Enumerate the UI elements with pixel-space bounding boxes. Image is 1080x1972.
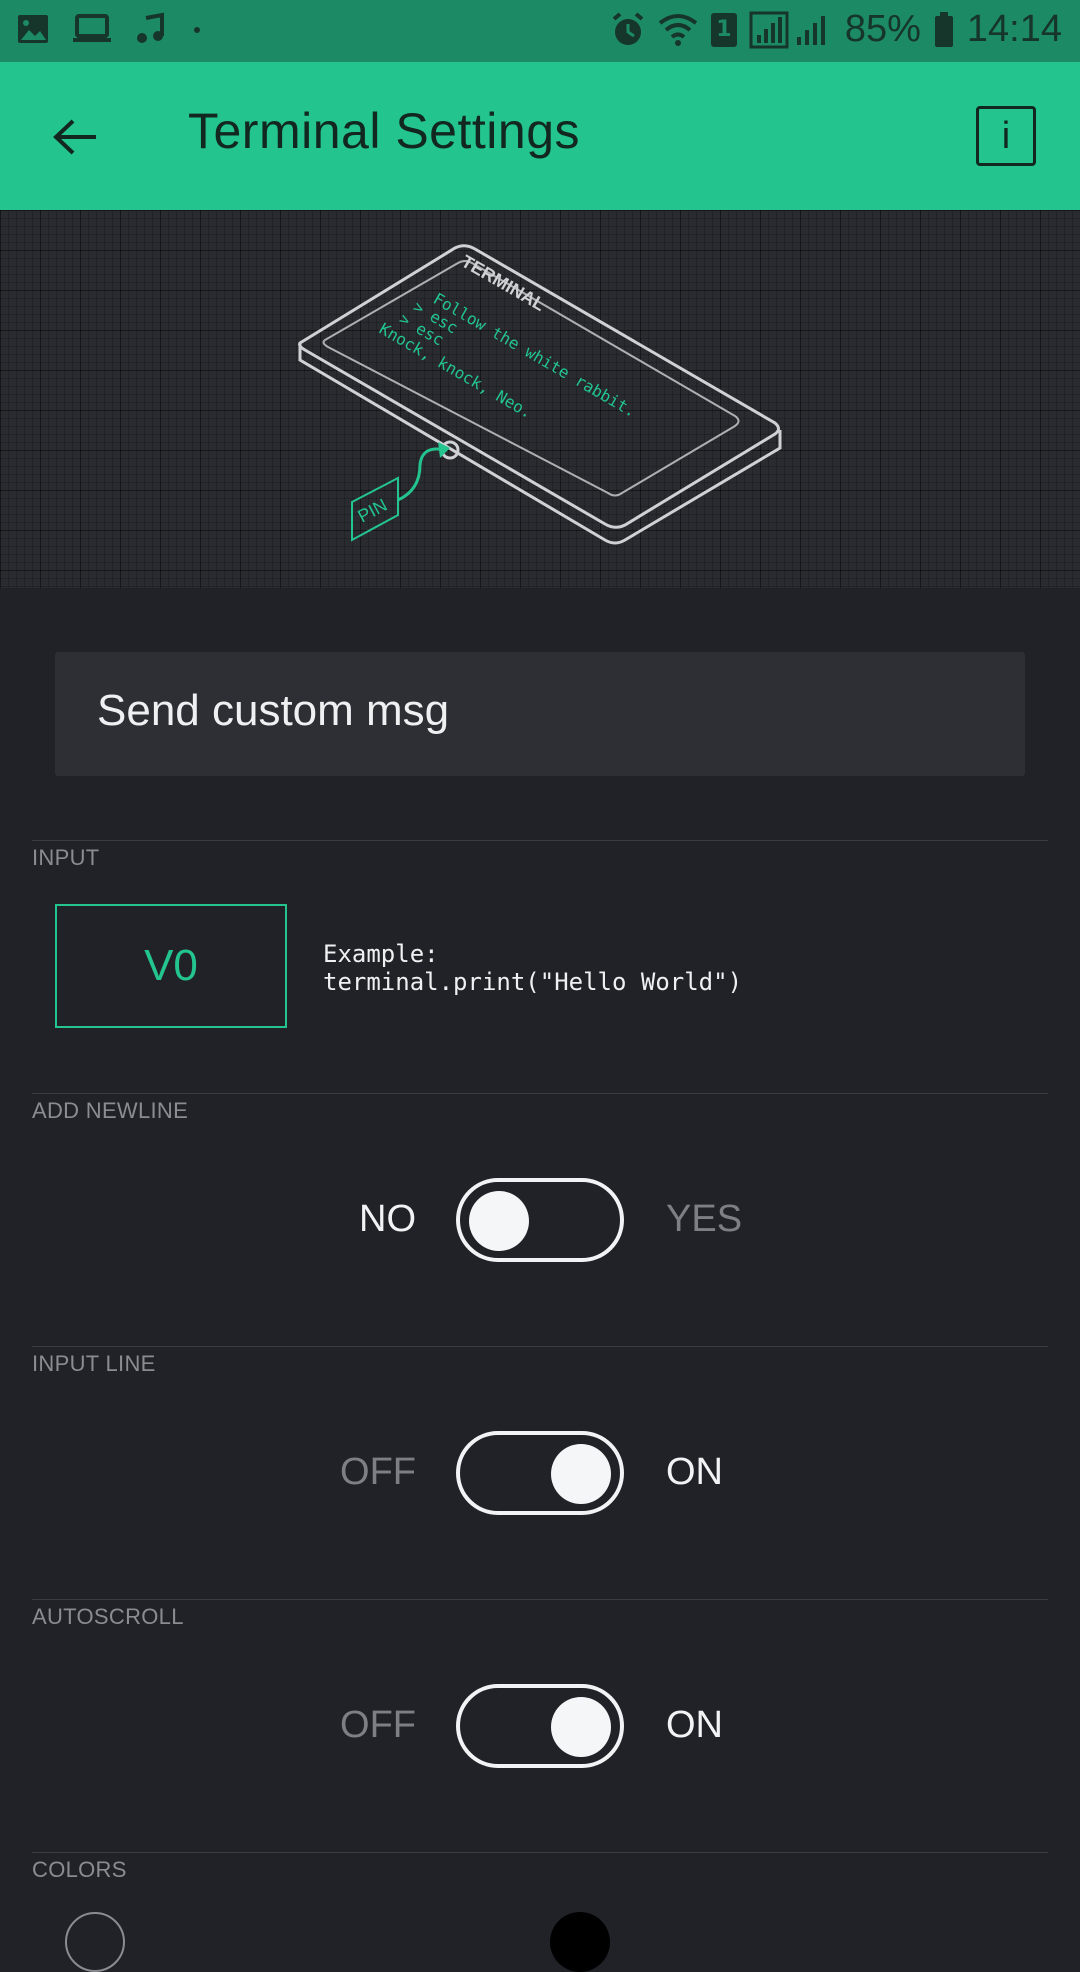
text-color-swatch[interactable] — [65, 1912, 125, 1972]
add-newline-toggle[interactable] — [456, 1178, 624, 1262]
status-left-icons — [16, 12, 204, 46]
divider — [32, 840, 1048, 841]
battery-percent: 85% — [844, 8, 921, 50]
laptop-icon — [73, 14, 111, 42]
input-line-row: OFF ON — [0, 1431, 1080, 1521]
autoscroll-off-label: OFF — [340, 1704, 416, 1746]
app-bar: Terminal Settings i — [0, 62, 1080, 210]
back-arrow-icon — [53, 119, 96, 155]
autoscroll-on-label: ON — [666, 1704, 723, 1746]
status-bar: 1 85% 14:14 — [0, 0, 1080, 62]
example-code: Example: terminal.print("Hello World") — [323, 940, 742, 996]
battery-icon — [934, 11, 953, 47]
widget-name-field[interactable]: Send custom msg — [55, 652, 1025, 776]
section-label-input-line: INPUT LINE — [32, 1351, 156, 1376]
music-icon — [137, 12, 164, 43]
input-line-off-label: OFF — [340, 1451, 416, 1493]
section-label-autoscroll: AUTOSCROLL — [32, 1604, 184, 1629]
back-button[interactable] — [40, 102, 110, 172]
info-icon: i — [1001, 114, 1011, 157]
dot-icon — [194, 27, 200, 33]
terminal-device-illustration: TERMINAL Follow the white rabbit. > esc … — [298, 244, 782, 545]
autoscroll-row: OFF ON — [0, 1684, 1080, 1774]
input-line-toggle[interactable] — [456, 1431, 624, 1515]
section-label-colors: COLORS — [32, 1857, 127, 1882]
widget-name-value: Send custom msg — [97, 686, 450, 735]
image-icon — [18, 15, 48, 43]
pin-value: V0 — [144, 941, 198, 990]
add-newline-off-label: NO — [359, 1198, 416, 1240]
divider — [32, 1599, 1048, 1600]
wifi-icon — [658, 13, 698, 46]
toggle-knob — [551, 1697, 611, 1757]
page-title: Terminal Settings — [188, 103, 580, 159]
pin-selector[interactable]: V0 — [55, 904, 287, 1028]
example-code-line: terminal.print("Hello World") — [323, 968, 743, 996]
widget-illustration: TERMINAL Follow the white rabbit. > esc … — [0, 210, 1080, 588]
divider — [32, 1852, 1048, 1853]
add-newline-on-label: YES — [666, 1198, 743, 1240]
section-label-add-newline: ADD NEWLINE — [32, 1098, 189, 1123]
section-label-input: INPUT — [32, 845, 100, 870]
toggle-knob — [551, 1444, 611, 1504]
toggle-knob — [469, 1191, 529, 1251]
divider — [32, 1346, 1048, 1347]
alarm-icon — [612, 11, 644, 45]
autoscroll-toggle[interactable] — [456, 1684, 624, 1768]
add-newline-row: NO YES — [0, 1178, 1080, 1268]
divider — [32, 1093, 1048, 1094]
background-color-swatch[interactable] — [550, 1912, 610, 1972]
sim-icon: 1 — [710, 12, 737, 47]
input-line-on-label: ON — [666, 1451, 723, 1493]
signal-icon — [749, 11, 825, 48]
example-title: Example: — [323, 940, 439, 968]
clock: 14:14 — [966, 8, 1062, 50]
status-right-icons: 1 85% 14:14 — [611, 8, 1062, 51]
info-button[interactable]: i — [976, 106, 1036, 166]
